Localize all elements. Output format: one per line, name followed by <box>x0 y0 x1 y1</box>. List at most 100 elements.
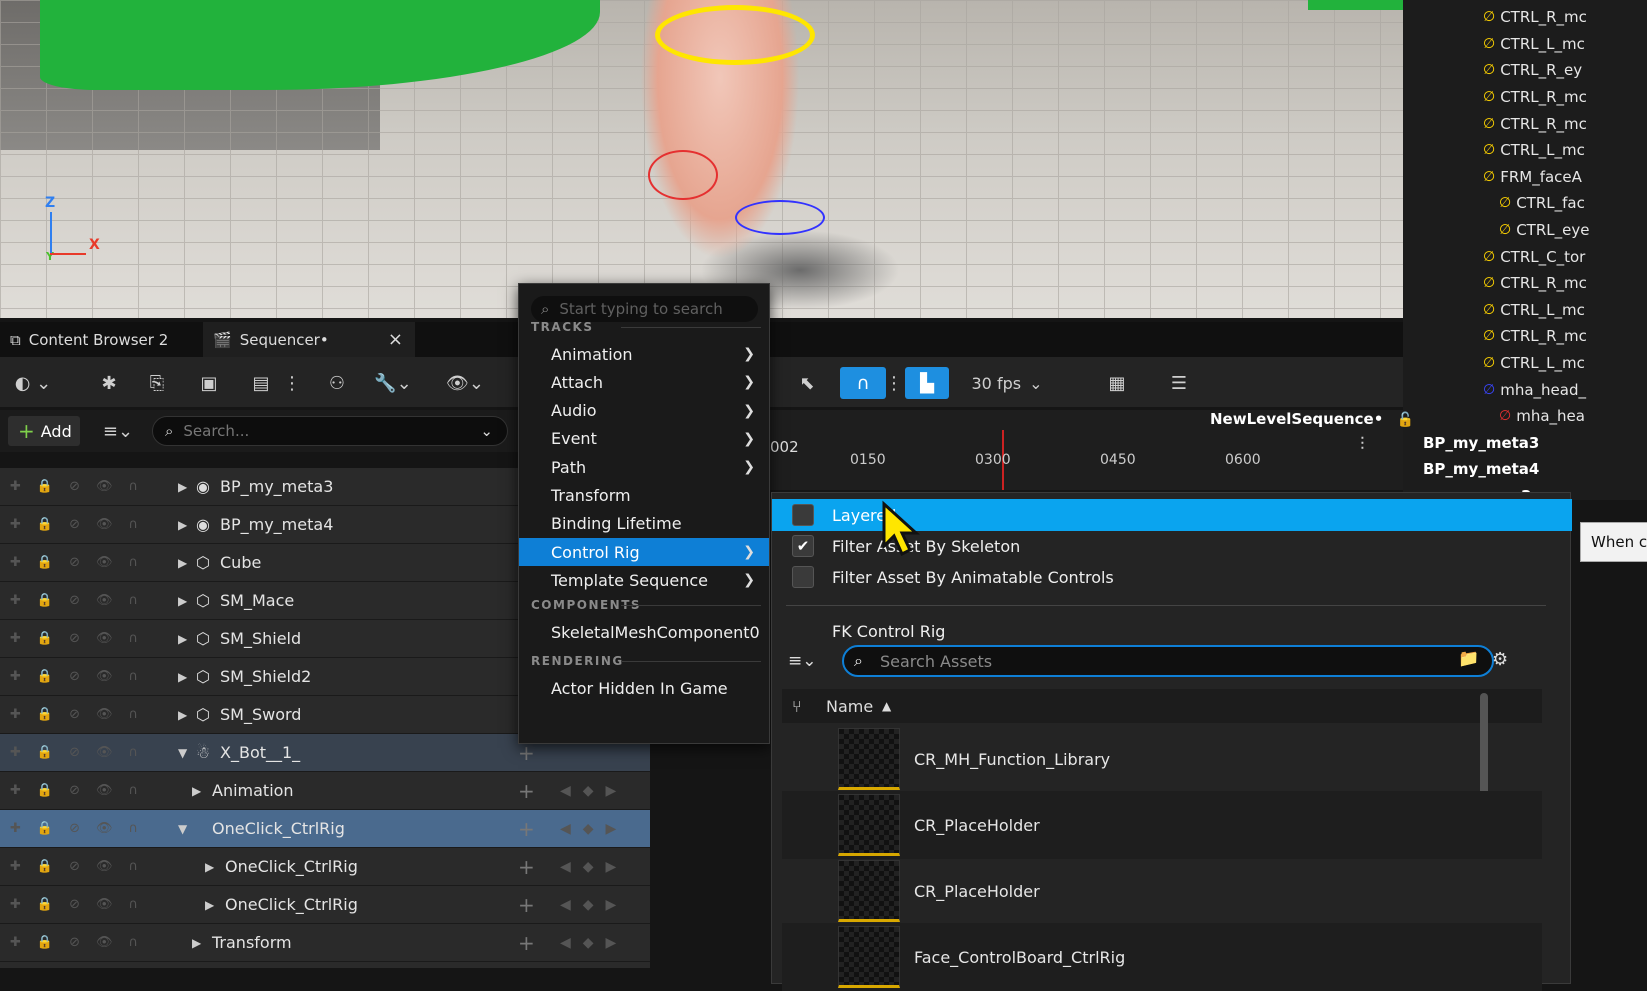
outliner-item[interactable]: ∅ CTRL_L_mc <box>1403 31 1647 58</box>
track-visibility-lock-icons[interactable]: ✚🔒⊘👁∩ <box>10 555 160 570</box>
world-outliner[interactable]: ∅ CTRL_R_mc ∅ CTRL_L_mc ∅ CTRL_R_ey ∅ CTRL_R_mc… <box>1403 0 1647 505</box>
level-viewport[interactable]: Z X Y <box>0 0 1403 318</box>
track-visibility-lock-icons[interactable]: ✚🔒⊘👁∩ <box>10 593 160 608</box>
menu-search-input[interactable]: ⌕ Start typing to search <box>531 296 758 322</box>
expand-arrow-icon[interactable]: ▶ <box>192 936 201 950</box>
asset-row[interactable]: CR_MH_Function_Library <box>782 725 1542 793</box>
unlock-icon[interactable]: 🔓 <box>1397 412 1414 428</box>
track-visibility-lock-icons[interactable]: ✚🔒⊘👁∩ <box>10 631 160 646</box>
name-column-header[interactable]: Name <box>826 697 873 716</box>
outliner-item[interactable]: ∅ CTRL_fac <box>1403 190 1647 217</box>
collapse-arrow-icon[interactable]: ▼ <box>178 822 187 836</box>
control-rig-submenu[interactable]: Layered ✔ Filter Asset By Skeleton Filte… <box>771 492 1572 991</box>
chevron-down-icon[interactable]: ⌄ <box>480 422 493 440</box>
view-options-button[interactable]: 👁⌄ <box>440 367 490 399</box>
keyframe-nav-buttons[interactable]: ◀◆▶ <box>560 935 628 951</box>
folder-icon[interactable]: 📁 <box>1458 649 1479 669</box>
track-visibility-lock-icons[interactable]: ✚🔒⊘👁∩ <box>10 935 160 950</box>
add-subtrack-button[interactable]: + <box>518 741 535 765</box>
track-row[interactable]: ✚🔒⊘👁∩ ▶ Animation + ◀◆▶ <box>0 772 650 810</box>
menu-item-actor-hidden-in-game[interactable]: Actor Hidden In Game <box>519 674 769 702</box>
menu-item-event[interactable]: Event ❯ <box>519 425 769 453</box>
expand-arrow-icon[interactable]: ▶ <box>178 670 187 684</box>
expand-arrow-icon[interactable]: ▶ <box>178 632 187 646</box>
outliner-item[interactable]: ∅ CTRL_L_mc <box>1403 137 1647 164</box>
track-row[interactable]: ✚🔒⊘👁∩ ▶ OneClick_CtrlRig + ◀◆▶ <box>0 848 650 886</box>
settings-menu-button[interactable]: 🔧⌄ <box>368 367 418 399</box>
track-visibility-lock-icons[interactable]: ✚🔒⊘👁∩ <box>10 745 160 760</box>
expand-arrow-icon[interactable]: ▶ <box>205 898 214 912</box>
snap-toggle-button[interactable]: ∩ <box>840 367 886 399</box>
asset-row[interactable]: CR_PlaceHolder <box>782 791 1542 859</box>
tab-content-browser[interactable]: ⧉ Content Browser 2 <box>0 322 200 357</box>
add-subtrack-button[interactable]: + <box>518 779 535 803</box>
track-visibility-lock-icons[interactable]: ✚🔒⊘👁∩ <box>10 783 160 798</box>
outliner-item[interactable]: ∅ CTRL_R_mc <box>1403 4 1647 31</box>
track-visibility-lock-icons[interactable]: ✚🔒⊘👁∩ <box>10 859 160 874</box>
outliner-item[interactable]: ∅ CTRL_R_mc <box>1403 84 1647 111</box>
track-visibility-lock-icons[interactable]: ✚🔒⊘👁∩ <box>10 897 160 912</box>
outliner-item[interactable]: BP_my_meta3 <box>1403 430 1647 457</box>
add-subtrack-button[interactable]: + <box>518 931 535 955</box>
asset-row[interactable]: Face_ControlBoard_CtrlRig <box>782 923 1542 991</box>
outliner-item[interactable]: ∅ CTRL_R_mc <box>1403 270 1647 297</box>
world-menu-button[interactable]: ◐ ⌄ <box>8 367 58 399</box>
menu-item-transform[interactable]: Transform <box>519 482 769 510</box>
layered-checkbox[interactable] <box>792 504 814 526</box>
outliner-item[interactable]: ∅ CTRL_R_ey <box>1403 57 1647 84</box>
menu-item-audio[interactable]: Audio ❯ <box>519 397 769 425</box>
track-visibility-lock-icons[interactable]: ✚🔒⊘👁∩ <box>10 517 160 532</box>
outliner-item[interactable]: ∅ CTRL_C_tor <box>1403 243 1647 270</box>
track-row[interactable]: ✚🔒⊘👁∩ ▼ OneClick_CtrlRig + ◀◆▶ <box>0 810 650 848</box>
outliner-item[interactable]: ∅ CTRL_L_mc <box>1403 350 1647 377</box>
expand-arrow-icon[interactable]: ▶ <box>178 556 187 570</box>
timeline-settings-icon[interactable]: ⫶ <box>1360 434 1365 455</box>
more-options-button[interactable]: ⋮ <box>283 367 301 399</box>
expand-arrow-icon[interactable]: ▶ <box>178 480 187 494</box>
menu-item-template-sequence[interactable]: Template Sequence ❯ <box>519 566 769 594</box>
asset-filter-button[interactable]: ≡⌄ <box>788 651 817 671</box>
expand-arrow-icon[interactable]: ▶ <box>205 860 214 874</box>
keyframe-nav-buttons[interactable]: ◀◆▶ <box>560 859 628 875</box>
add-subtrack-button[interactable]: + <box>518 855 535 879</box>
track-search-input[interactable]: ⌕ Search... ⌄ <box>152 416 508 446</box>
select-tool-button[interactable]: ⬉ <box>790 367 824 399</box>
asset-row[interactable]: CR_PlaceHolder <box>782 857 1542 925</box>
filter-animatable-checkbox[interactable] <box>792 566 814 588</box>
outliner-item[interactable]: ∅ CTRL_R_mc <box>1403 110 1647 137</box>
snap-options-button[interactable]: ⋮ <box>885 367 903 399</box>
track-visibility-lock-icons[interactable]: ✚🔒⊘👁∩ <box>10 821 160 836</box>
add-subtrack-button[interactable]: + <box>518 893 535 917</box>
outliner-item[interactable]: ∅ mha_head_ <box>1403 376 1647 403</box>
keyframe-nav-buttons[interactable]: ◀◆▶ <box>560 897 628 913</box>
outliner-item[interactable]: ∅ mha_hea <box>1403 403 1647 430</box>
save-sequence-button[interactable]: ✱ <box>92 367 126 399</box>
keyframe-nav-buttons[interactable]: ◀◆▶ <box>560 821 628 837</box>
outliner-item[interactable]: ∅ CTRL_L_mc <box>1403 297 1647 324</box>
curve-editor-button[interactable]: ▦ <box>1100 367 1134 399</box>
sequence-tree-button[interactable]: ☰ <box>1162 367 1196 399</box>
fps-dropdown[interactable]: 30 fps ⌄ <box>962 367 1052 399</box>
track-visibility-lock-icons[interactable]: ✚🔒⊘👁∩ <box>10 707 160 722</box>
add-track-button[interactable]: + Add <box>8 416 80 446</box>
tab-sequencer[interactable]: 🎬 Sequencer• × <box>203 322 415 357</box>
menu-item-skeletal-mesh-component[interactable]: SkeletalMeshComponent0 <box>519 618 769 646</box>
gear-icon[interactable]: ⚙ <box>1492 649 1508 670</box>
track-visibility-lock-icons[interactable]: ✚🔒⊘👁∩ <box>10 479 160 494</box>
filter-button[interactable]: ≡⌄ <box>96 416 140 446</box>
outliner-item[interactable]: BP_my_meta4 <box>1403 456 1647 483</box>
expand-arrow-icon[interactable]: ▶ <box>178 708 187 722</box>
menu-item-control-rig[interactable]: Control Rig ❯ <box>519 538 769 567</box>
snap-to-frames-button[interactable]: ▙ <box>905 367 949 399</box>
menu-item-attach[interactable]: Attach ❯ <box>519 368 769 396</box>
find-asset-button[interactable]: ⎘ <box>140 367 174 399</box>
collapse-arrow-icon[interactable]: ▼ <box>178 746 187 760</box>
outliner-item[interactable]: ∅ FRM_faceA <box>1403 164 1647 191</box>
expand-arrow-icon[interactable]: ▶ <box>178 518 187 532</box>
asset-search-input[interactable]: ⌕ Search Assets <box>842 645 1494 677</box>
filter-by-animatable-option[interactable]: Filter Asset By Animatable Controls <box>772 561 1572 593</box>
expand-arrow-icon[interactable]: ▶ <box>192 784 201 798</box>
actions-button[interactable]: ⚇ <box>320 367 354 399</box>
add-track-context-menu[interactable]: ⌕ Start typing to search TRACKS COMPONEN… <box>518 283 770 744</box>
add-subtrack-button[interactable]: + <box>518 817 535 841</box>
